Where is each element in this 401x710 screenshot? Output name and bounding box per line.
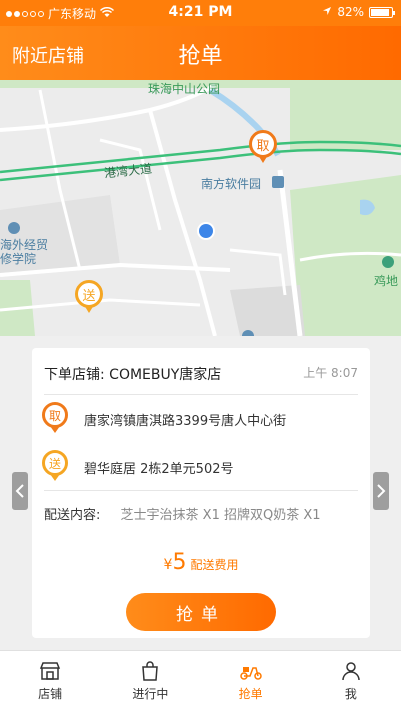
content-items: 芝士宇治抹茶 X1 招牌双Q奶茶 X1 <box>120 508 321 523</box>
tab-label: 抢单 <box>238 687 263 701</box>
location-arrow-icon <box>322 5 332 19</box>
chevron-left-icon <box>15 484 24 498</box>
pickup-map-pin[interactable]: 取 <box>249 130 277 164</box>
pin-tail-icon <box>50 474 60 481</box>
nav-bar: 附近店铺 抢单 <box>0 26 401 80</box>
user-icon <box>342 662 360 681</box>
delivery-map-pin[interactable]: 送 <box>75 280 103 314</box>
delivery-fee: ¥5 配送费用 <box>32 550 370 575</box>
status-right: 82% <box>322 5 395 19</box>
pin-tail-icon <box>258 155 268 163</box>
order-card: 下单店铺: COMEBUY唐家店 上午 8:07 取 唐家湾镇唐淇路3399号唐… <box>32 348 370 638</box>
delivery-content: 配送内容: 芝士宇治抹茶 X1 招牌双Q奶茶 X1 <box>44 506 354 526</box>
tab-grab-order[interactable]: 抢单 <box>201 651 301 710</box>
store-icon <box>40 662 61 680</box>
map-view[interactable]: 珠海中山公园 港湾大道 南方软件园 海外经贸 修学院 鸡地 取 送 <box>0 80 401 336</box>
map-canvas <box>0 80 401 336</box>
battery-percent: 82% <box>337 5 364 19</box>
battery-icon <box>369 6 395 18</box>
tab-me[interactable]: 我 <box>301 651 401 710</box>
page-title: 抢单 <box>178 44 223 69</box>
tab-label: 店铺 <box>38 687 63 701</box>
tab-in-progress[interactable]: 进行中 <box>100 651 200 710</box>
grab-order-button[interactable]: 抢单 <box>126 593 276 631</box>
pickup-address: 唐家湾镇唐淇路3399号唐人中心街 <box>84 414 287 429</box>
divider <box>44 394 358 395</box>
prev-order-button[interactable] <box>12 472 28 510</box>
content-label: 配送内容: <box>44 508 101 523</box>
pickup-icon: 取 <box>42 402 68 434</box>
map-label-right: 鸡地 <box>374 274 399 288</box>
fee-amount: 5 <box>172 550 187 575</box>
pin-tail-icon <box>84 305 94 313</box>
status-bar: 广东移动 4:21 PM 82% <box>0 0 401 26</box>
bag-icon <box>142 661 159 681</box>
scooter-icon <box>239 667 262 680</box>
order-store: 下单店铺: COMEBUY唐家店 <box>44 367 222 383</box>
delivery-address: 碧华庭居 2栋2单元502号 <box>84 462 234 477</box>
map-label-college-2: 修学院 <box>0 252 37 266</box>
map-label-software-park: 南方软件园 <box>201 177 262 191</box>
divider <box>44 490 358 491</box>
tab-label: 我 <box>344 687 357 701</box>
order-time: 上午 8:07 <box>303 366 358 380</box>
next-order-button[interactable] <box>373 472 389 510</box>
delivery-icon: 送 <box>42 450 68 482</box>
tab-bar: 店铺 进行中 抢单 我 <box>0 650 401 710</box>
tab-stores[interactable]: 店铺 <box>0 651 100 710</box>
tab-label: 进行中 <box>132 687 169 701</box>
chevron-right-icon <box>377 484 386 498</box>
pin-tail-icon <box>50 426 60 433</box>
fee-label: 配送费用 <box>190 558 239 572</box>
map-label-park: 珠海中山公园 <box>148 82 221 96</box>
